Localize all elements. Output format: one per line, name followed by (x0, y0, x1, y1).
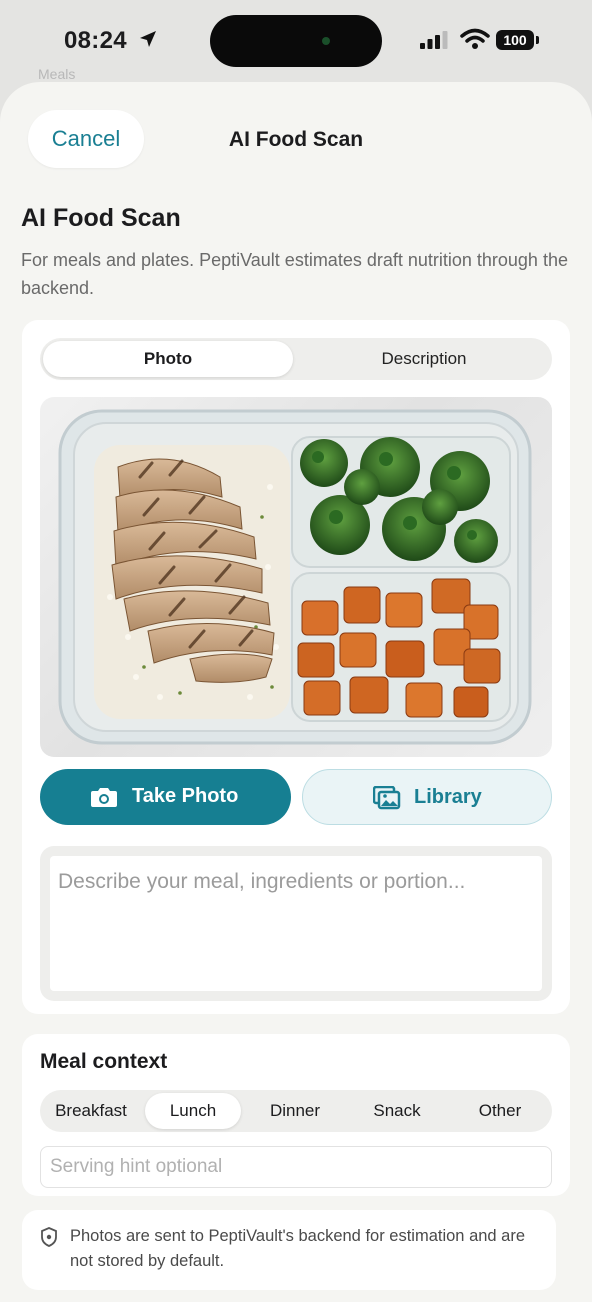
status-bar: 08:24 100 (0, 0, 592, 82)
library-button[interactable]: Library (302, 769, 552, 825)
meal-prep-container-image (58, 409, 532, 745)
meal-context-title: Meal context (40, 1050, 168, 1073)
meal-option-lunch[interactable]: Lunch (145, 1101, 241, 1121)
page-subtitle: For meals and plates. PeptiVault estimat… (21, 250, 568, 298)
take-photo-label: Take Photo (132, 785, 239, 807)
camera-icon (91, 788, 117, 807)
wifi-icon (460, 28, 490, 49)
take-photo-button[interactable]: Take Photo (40, 769, 291, 825)
status-time: 08:24 (64, 27, 127, 54)
description-placeholder: Describe your meal, ingredients or porti… (58, 870, 466, 893)
tab-description[interactable]: Description (296, 349, 552, 369)
page-title: AI Food Scan (21, 204, 181, 232)
library-label: Library (414, 786, 482, 808)
meal-option-snack[interactable]: Snack (346, 1101, 448, 1121)
serving-hint-placeholder: Serving hint optional (50, 1156, 223, 1177)
food-photo-preview (40, 397, 552, 757)
tab-photo[interactable]: Photo (43, 349, 293, 369)
battery-tip (536, 36, 539, 44)
privacy-note-text: Photos are sent to PeptiVault's backend … (70, 1227, 526, 1270)
location-arrow-icon (140, 31, 156, 47)
nav-title: AI Food Scan (228, 128, 364, 151)
meal-option-breakfast[interactable]: Breakfast (40, 1101, 142, 1121)
shield-icon (41, 1227, 57, 1247)
meal-option-dinner[interactable]: Dinner (244, 1101, 346, 1121)
dynamic-island (210, 15, 382, 67)
photo-library-icon (373, 786, 401, 810)
cellular-signal-icon (420, 31, 448, 49)
meal-option-other[interactable]: Other (448, 1101, 552, 1121)
background-screen-title: Meals (38, 66, 76, 82)
battery-indicator: 100 (496, 30, 534, 50)
